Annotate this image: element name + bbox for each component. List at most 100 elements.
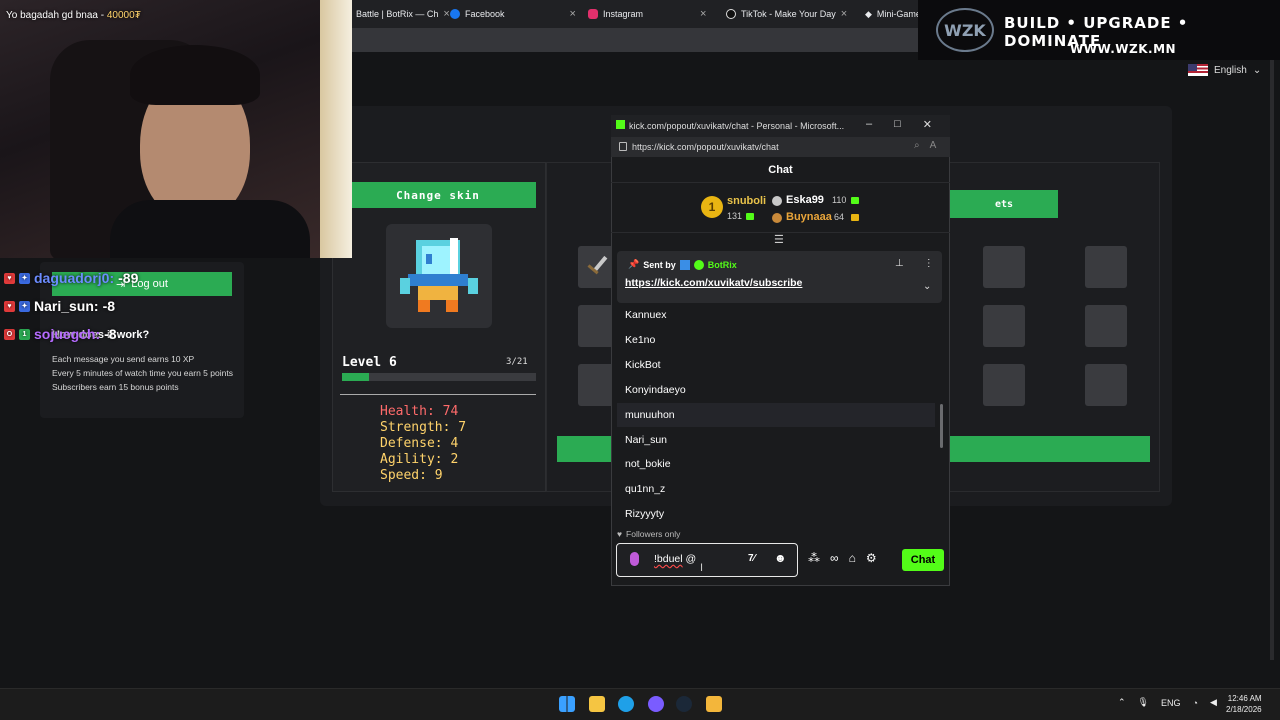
tab-instagram[interactable]: Instagram ×	[588, 4, 706, 24]
heart-badge-icon: ♥	[4, 272, 15, 284]
inventory-slot[interactable]	[983, 305, 1025, 347]
leader-2-value: 110	[832, 195, 847, 205]
sets-label: ets	[994, 198, 1014, 210]
how-line: Subscribers earn 15 bonus points	[52, 382, 179, 392]
zoom-icon[interactable]: ⌕	[914, 140, 920, 151]
change-skin-button[interactable]: Change skin	[340, 182, 536, 208]
wifi-icon[interactable]: ◔	[1193, 698, 1198, 708]
mod-badge-icon: ✦	[19, 272, 30, 284]
streamer-shirt	[110, 200, 310, 258]
chevron-up-icon[interactable]: ⌃	[1118, 697, 1126, 708]
close-icon[interactable]: ×	[700, 8, 706, 20]
chevron-down-icon[interactable]: ⌄	[923, 281, 931, 292]
text-cursor-icon: I	[700, 562, 704, 574]
gifter-leaderboard	[611, 183, 950, 233]
level-label: Level 6	[342, 355, 397, 370]
microphone-icon[interactable]: 🎙	[1138, 697, 1149, 708]
tab-minigame[interactable]: ◆ Mini-Game	[865, 4, 921, 24]
windows-start-icon[interactable]	[559, 696, 575, 712]
webcam-feed: Yo bagadah gd bnaa - 40000₮	[0, 0, 352, 258]
action-button-left[interactable]	[557, 436, 617, 462]
taskbar-clock[interactable]: 12:46 AM 2/18/2026	[1226, 693, 1262, 715]
commands-icon[interactable]: 7⁄	[748, 553, 755, 564]
suggestion-item[interactable]: Kannuex	[617, 303, 935, 327]
suggestion-item[interactable]: Ke1no	[617, 328, 935, 352]
page-scrollbar[interactable]	[1270, 52, 1274, 660]
suggestion-item[interactable]: KickBot	[617, 353, 935, 377]
leader-3-name[interactable]: Buynaaa	[786, 211, 832, 223]
inventory-slot[interactable]	[1085, 364, 1127, 406]
close-icon[interactable]: ✕	[923, 118, 932, 131]
leader-2-name[interactable]: Eska99	[786, 194, 824, 206]
tray-language[interactable]: ENG	[1161, 698, 1181, 708]
close-icon[interactable]: ×	[570, 8, 576, 20]
app-icon[interactable]	[706, 696, 722, 712]
inventory-slot[interactable]	[1085, 305, 1127, 347]
file-explorer-icon[interactable]	[589, 696, 605, 712]
collapse-icon[interactable]: ☰	[774, 233, 784, 246]
tab-label: Battle | BotRix — Ch	[356, 9, 439, 19]
tiktok-icon	[726, 9, 736, 19]
chat-toolbar: ⁂ ∞ ⌂ ⚙	[808, 551, 877, 565]
suggestion-item[interactable]: qu1nn_z	[617, 477, 935, 501]
tab-label: Mini-Game	[876, 9, 921, 19]
leader-1-name[interactable]: snuboli	[727, 195, 766, 207]
heart-badge-icon: ♥	[4, 300, 15, 312]
read-aloud-icon[interactable]: A	[930, 140, 937, 151]
suggestion-item[interactable]: Nari_sun	[617, 428, 935, 452]
emoji-icon[interactable]: ☻	[774, 551, 787, 565]
pinned-link[interactable]: https://kick.com/xuvikatv/subscribe	[625, 277, 802, 289]
minimize-icon[interactable]: –	[866, 118, 872, 131]
close-icon[interactable]: ×	[841, 8, 847, 20]
system-tray: ⌃ 🎙 ENG ◔ ◀	[1118, 697, 1217, 708]
discord-icon[interactable]	[648, 696, 664, 712]
facebook-icon	[450, 9, 460, 19]
volume-icon[interactable]: ◀	[1210, 697, 1217, 708]
gear-icon[interactable]: ⚙	[866, 551, 877, 565]
popout-url-bar[interactable]: https://kick.com/popout/xuvikatv/chat	[611, 137, 950, 157]
stat-health: Health: 74	[380, 404, 459, 419]
more-options-icon[interactable]: ⋮	[924, 258, 934, 269]
steam-icon[interactable]	[676, 696, 692, 712]
webcam-overlay-text: Yo bagadah gd bnaa - 40000₮	[6, 10, 141, 21]
minigame-icon: ◆	[865, 8, 872, 19]
mention-suggestions: Kannuex Ke1no KickBot Konyindaeyo munuuhon Na…	[617, 303, 942, 525]
inventory-slot[interactable]	[983, 246, 1025, 288]
suggestions-scrollbar[interactable]	[940, 404, 943, 448]
language-selector[interactable]: English ⌄	[1188, 64, 1261, 76]
verified-icon	[693, 259, 704, 270]
maximize-icon[interactable]: □	[894, 118, 901, 131]
tab-battle-botrix[interactable]: Battle | BotRix — Ch ×	[356, 4, 450, 24]
suggestion-item[interactable]: Rizyyyty	[617, 502, 935, 526]
chat-send-button[interactable]: Chat	[902, 549, 944, 571]
close-icon[interactable]: ×	[443, 8, 449, 20]
followers-only-notice: ♥ Followers only	[617, 529, 681, 539]
store-icon[interactable]: ⌂	[849, 551, 856, 565]
infinity-icon[interactable]: ∞	[830, 551, 839, 565]
sets-button[interactable]: ets	[948, 190, 1058, 218]
streamer-hair	[130, 45, 260, 105]
inventory-slot[interactable]	[1085, 246, 1127, 288]
users-icon[interactable]: ⁂	[808, 551, 820, 565]
microphone-icon[interactable]	[630, 552, 639, 566]
edge-icon[interactable]	[618, 696, 634, 712]
sword-icon	[587, 255, 608, 275]
inventory-slot[interactable]	[983, 364, 1025, 406]
action-button-right[interactable]	[948, 436, 1150, 462]
gift-icon	[851, 214, 859, 221]
duel-row: ♥ ✦ Nari_sun: -8	[4, 292, 138, 320]
chat-header: Chat	[611, 157, 950, 183]
chat-input-value[interactable]: !bduel @	[654, 553, 696, 565]
stat-defense: Defense: 4	[380, 436, 459, 451]
pin-icon[interactable]: ⊥	[895, 258, 904, 269]
us-flag-icon	[1188, 64, 1208, 76]
pin-icon: 📌	[628, 259, 640, 269]
tab-facebook[interactable]: Facebook ×	[450, 4, 576, 24]
tab-tiktok[interactable]: TikTok - Make Your Day ×	[726, 4, 847, 24]
stat-agility: Agility: 2	[380, 452, 459, 467]
suggestion-item[interactable]: Konyindaeyo	[617, 378, 935, 402]
suggestion-item[interactable]: not_bokie	[617, 452, 935, 476]
suggestion-item[interactable]: munuuhon	[617, 402, 935, 427]
how-line: Each message you send earns 10 XP	[52, 354, 195, 364]
chat-input[interactable]	[616, 543, 798, 577]
